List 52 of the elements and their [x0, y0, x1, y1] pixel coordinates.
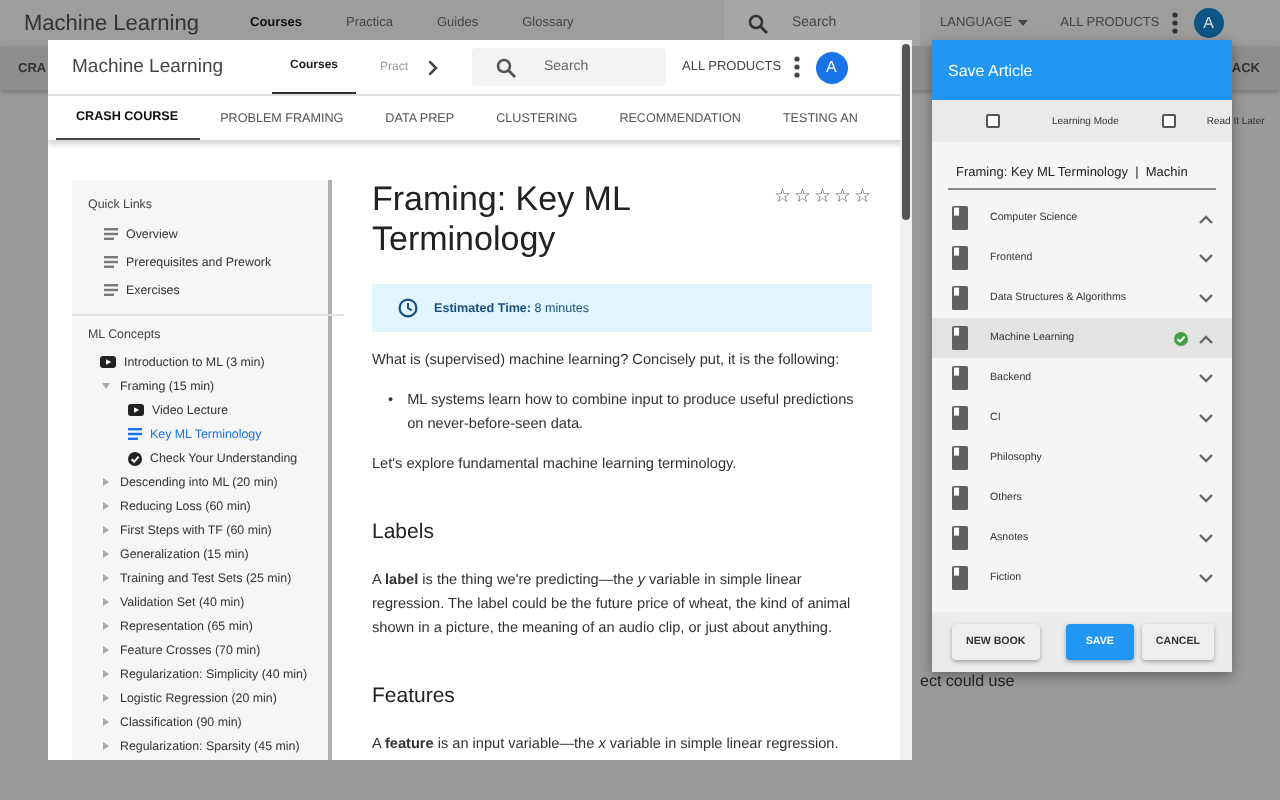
- site-logo[interactable]: Machine Learning: [24, 11, 250, 35]
- chevron-down-icon[interactable]: [1198, 373, 1214, 383]
- checkbox[interactable]: [986, 114, 1000, 128]
- book-icon: [952, 286, 968, 310]
- more-menu-icon[interactable]: [793, 56, 800, 78]
- book-icon: [952, 406, 968, 430]
- book-icon: [952, 206, 968, 230]
- more-menu-icon[interactable]: [1171, 12, 1178, 34]
- section-heading: Features: [372, 684, 457, 708]
- chevron-up-icon[interactable]: [1198, 213, 1214, 223]
- book-icon: [952, 446, 968, 470]
- lines-icon: [104, 284, 118, 296]
- lines-icon: [128, 428, 142, 440]
- article-text: ect could use: [920, 672, 1015, 690]
- search-icon: [748, 13, 768, 33]
- caret-icon: [1018, 20, 1029, 26]
- article-title: Framing: Key ML Terminology: [372, 180, 632, 260]
- clock-icon: [398, 298, 418, 318]
- chevron-up-icon[interactable]: [1198, 333, 1214, 343]
- book-icon: [952, 366, 968, 390]
- book-icon: [952, 246, 968, 270]
- book-icon: [952, 566, 968, 590]
- book-icon: [952, 526, 968, 550]
- chevron-down-icon[interactable]: [1198, 253, 1214, 263]
- checkbox[interactable]: [1162, 114, 1177, 128]
- search-icon: [496, 57, 516, 77]
- video-icon: [128, 404, 144, 416]
- chevron-down-icon[interactable]: [1198, 533, 1214, 543]
- check-circle-icon: [128, 451, 142, 465]
- lines-icon: [104, 256, 118, 268]
- site-logo[interactable]: Machine Learning: [72, 56, 272, 78]
- chevron-down-icon[interactable]: [1198, 413, 1214, 423]
- star-icon[interactable]: ☆: [834, 184, 852, 208]
- section-heading: Labels: [372, 520, 436, 544]
- scrollbar-thumb[interactable]: [902, 44, 910, 220]
- lines-icon: [104, 228, 118, 240]
- star-icon[interactable]: ☆: [814, 184, 832, 208]
- book-icon: [952, 326, 968, 350]
- book-icon: [952, 486, 968, 510]
- chevron-down-icon[interactable]: [1198, 493, 1214, 503]
- chevron-down-icon[interactable]: [1198, 293, 1214, 303]
- star-icon[interactable]: ☆: [794, 184, 812, 208]
- star-icon[interactable]: ☆: [774, 184, 792, 208]
- chevron-down-icon[interactable]: [1198, 573, 1214, 583]
- avatar[interactable]: A: [815, 51, 848, 83]
- chevron-down-icon[interactable]: [1198, 453, 1214, 463]
- rating-stars[interactable]: ☆☆☆☆☆: [774, 184, 872, 208]
- avatar[interactable]: A: [1193, 8, 1224, 38]
- panel-title: Save Article: [932, 40, 1232, 100]
- video-icon: [100, 356, 116, 368]
- chevron-right-icon[interactable]: [428, 59, 439, 75]
- star-icon[interactable]: ☆: [854, 184, 872, 208]
